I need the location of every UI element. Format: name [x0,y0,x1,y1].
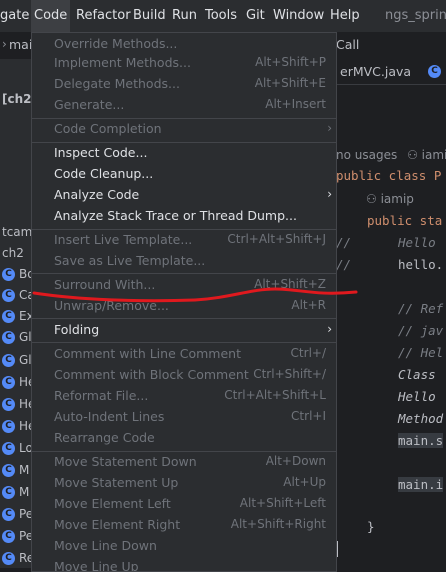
menu-run[interactable]: Run [172,0,197,32]
menu-item-override-methods[interactable]: Override Methods... [32,33,336,54]
class-icon: C [2,508,15,521]
menu-item-auto-indent[interactable]: Auto-Indent Lines Ctrl+I [32,406,336,427]
menu-item-inspect-code[interactable]: Inspect Code... [32,142,336,163]
class-icon: C [2,530,15,543]
menu-code[interactable]: Code [31,0,71,32]
tab-mvc-java[interactable]: erMVC.java [340,64,411,79]
code-line: Class [398,367,436,382]
class-icon: C [2,268,15,281]
class-icon: C [2,464,15,477]
code-editor[interactable]: no usages ⚇ iamip public class P ⚇ iamip… [336,85,446,568]
menu-item-reformat-file[interactable]: Reformat File... Ctrl+Alt+Shift+L [32,385,336,406]
code-line: Method [398,411,444,426]
list-item[interactable]: C He [0,373,32,393]
list-item[interactable]: C Ex [0,307,32,327]
menu-navigate[interactable]: gate [0,0,29,32]
menu-refactor[interactable]: Refactor [76,0,131,32]
menu-item-move-element-left[interactable]: Move Element Left Alt+Shift+Left [32,493,336,514]
user-icon: ⚇ [407,148,418,162]
comment-marker: // [336,235,352,250]
list-item[interactable]: C Bo [0,265,32,285]
code-line: } [367,519,375,534]
project-root[interactable]: tcamp [2,225,32,239]
menu-item-save-live-template[interactable]: Save as Live Template... [32,250,336,271]
code-line: // jav [398,323,444,338]
list-item[interactable]: C Pe [0,505,32,525]
user-icon: ⚇ [366,192,377,206]
menu-item-move-statement-down[interactable]: Move Statement Down Alt+Down [32,451,336,472]
code-line: // Hel [398,345,444,360]
list-item[interactable]: C Gl [0,328,32,348]
menu-item-analyze-code[interactable]: Analyze Code › [32,184,336,205]
list-item[interactable]: CM [0,461,32,481]
list-item[interactable]: C Re [0,549,32,568]
code-line: // Ref [398,301,444,316]
menu-item-surround-with[interactable]: Surround With... Alt+Shift+Z [32,274,336,295]
class-file-icon[interactable]: C [428,65,441,78]
list-item[interactable]: C He [0,395,32,415]
class-icon: C [2,354,15,367]
editor-tab-strip: erMVC.java C [336,59,446,85]
code-line-class-decl: public class P [336,168,442,183]
chevron-right-icon: › [327,121,332,135]
menu-item-rearrange-code[interactable]: Rearrange Code [32,427,336,448]
tab-main[interactable]: mai [9,37,32,52]
list-item[interactable]: C Pe [0,527,32,547]
menu-bar: gate Code Refactor Build Run Tools Git W… [0,0,446,33]
menu-item-unwrap-remove[interactable]: Unwrap/Remove... Alt+R [32,295,336,316]
chevron-right-icon: › [327,187,332,201]
menu-item-code-cleanup[interactable]: Code Cleanup... [32,163,336,184]
class-icon: C [2,310,15,323]
menu-item-move-line-up[interactable]: Move Line Up [32,556,336,571]
author-hint: ⚇ iamip [366,192,414,206]
menu-item-analyze-stack-trace[interactable]: Analyze Stack Trace or Thread Dump... [32,205,336,226]
class-icon: C [2,442,15,455]
menu-git[interactable]: Git [246,0,265,32]
menu-item-insert-live-template[interactable]: Insert Live Template... Ctrl+Alt+Shift+J [32,229,336,250]
menu-item-implement-methods[interactable]: Implement Methods... Alt+Shift+P [32,52,336,73]
menu-item-move-statement-up[interactable]: Move Statement Up Alt+Up [32,472,336,493]
code-line: main.s [398,433,444,448]
menu-item-line-comment[interactable]: Comment with Line Comment Ctrl+/ [32,343,336,364]
menu-item-move-element-right[interactable]: Move Element Right Alt+Shift+Right [32,514,336,535]
code-line: main.i [398,477,444,492]
project-header: [ch2 [2,92,32,106]
class-icon: C [2,552,15,565]
list-item[interactable]: C Ca [0,286,32,306]
comment-marker: // [336,257,352,272]
code-menu-dropdown: Override Methods... Implement Methods...… [31,32,337,572]
list-item[interactable]: C Lo [0,439,32,459]
chevron-right-icon: › [327,322,332,336]
tab-chevron-icon[interactable]: › [2,37,7,51]
menu-item-block-comment[interactable]: Comment with Block Comment Ctrl+Shift+/ [32,364,336,385]
class-icon: C [2,420,15,433]
menu-help[interactable]: Help [330,0,360,32]
list-item[interactable]: C Gl [0,351,32,371]
code-line-main-decl: public sta [367,213,443,228]
list-item[interactable]: CM [0,483,32,503]
class-icon: C [2,331,15,344]
class-icon: C [2,398,15,411]
code-line: Hello [398,389,436,404]
folder-ch2[interactable]: ch2 [2,246,24,260]
list-item[interactable]: C He [0,417,32,437]
menu-item-code-completion[interactable]: Code Completion › [32,118,336,139]
class-icon: C [2,289,15,302]
code-line: Hello [398,235,436,250]
class-icon: C [2,376,15,389]
project-panel: [ch2 tcamp ch2 CBo CCa CEx CGl CGl CHe C… [0,59,32,568]
usages-hint: no usages ⚇ iamip [336,148,446,162]
menu-tools[interactable]: Tools [205,0,237,32]
menu-window[interactable]: Window [273,0,324,32]
menu-item-generate[interactable]: Generate... Alt+Insert [32,94,336,115]
menu-item-folding[interactable]: Folding › [32,319,336,340]
menu-item-delegate-methods[interactable]: Delegate Methods... Alt+Shift+E [32,73,336,94]
menu-build[interactable]: Build [133,0,166,32]
menu-item-move-line-down[interactable]: Move Line Down [32,535,336,556]
tab-call-fragment[interactable]: Call [336,37,359,52]
class-icon: C [2,486,15,499]
code-line: hello. [398,257,444,272]
project-name[interactable]: ngs_spring_ [385,0,446,32]
